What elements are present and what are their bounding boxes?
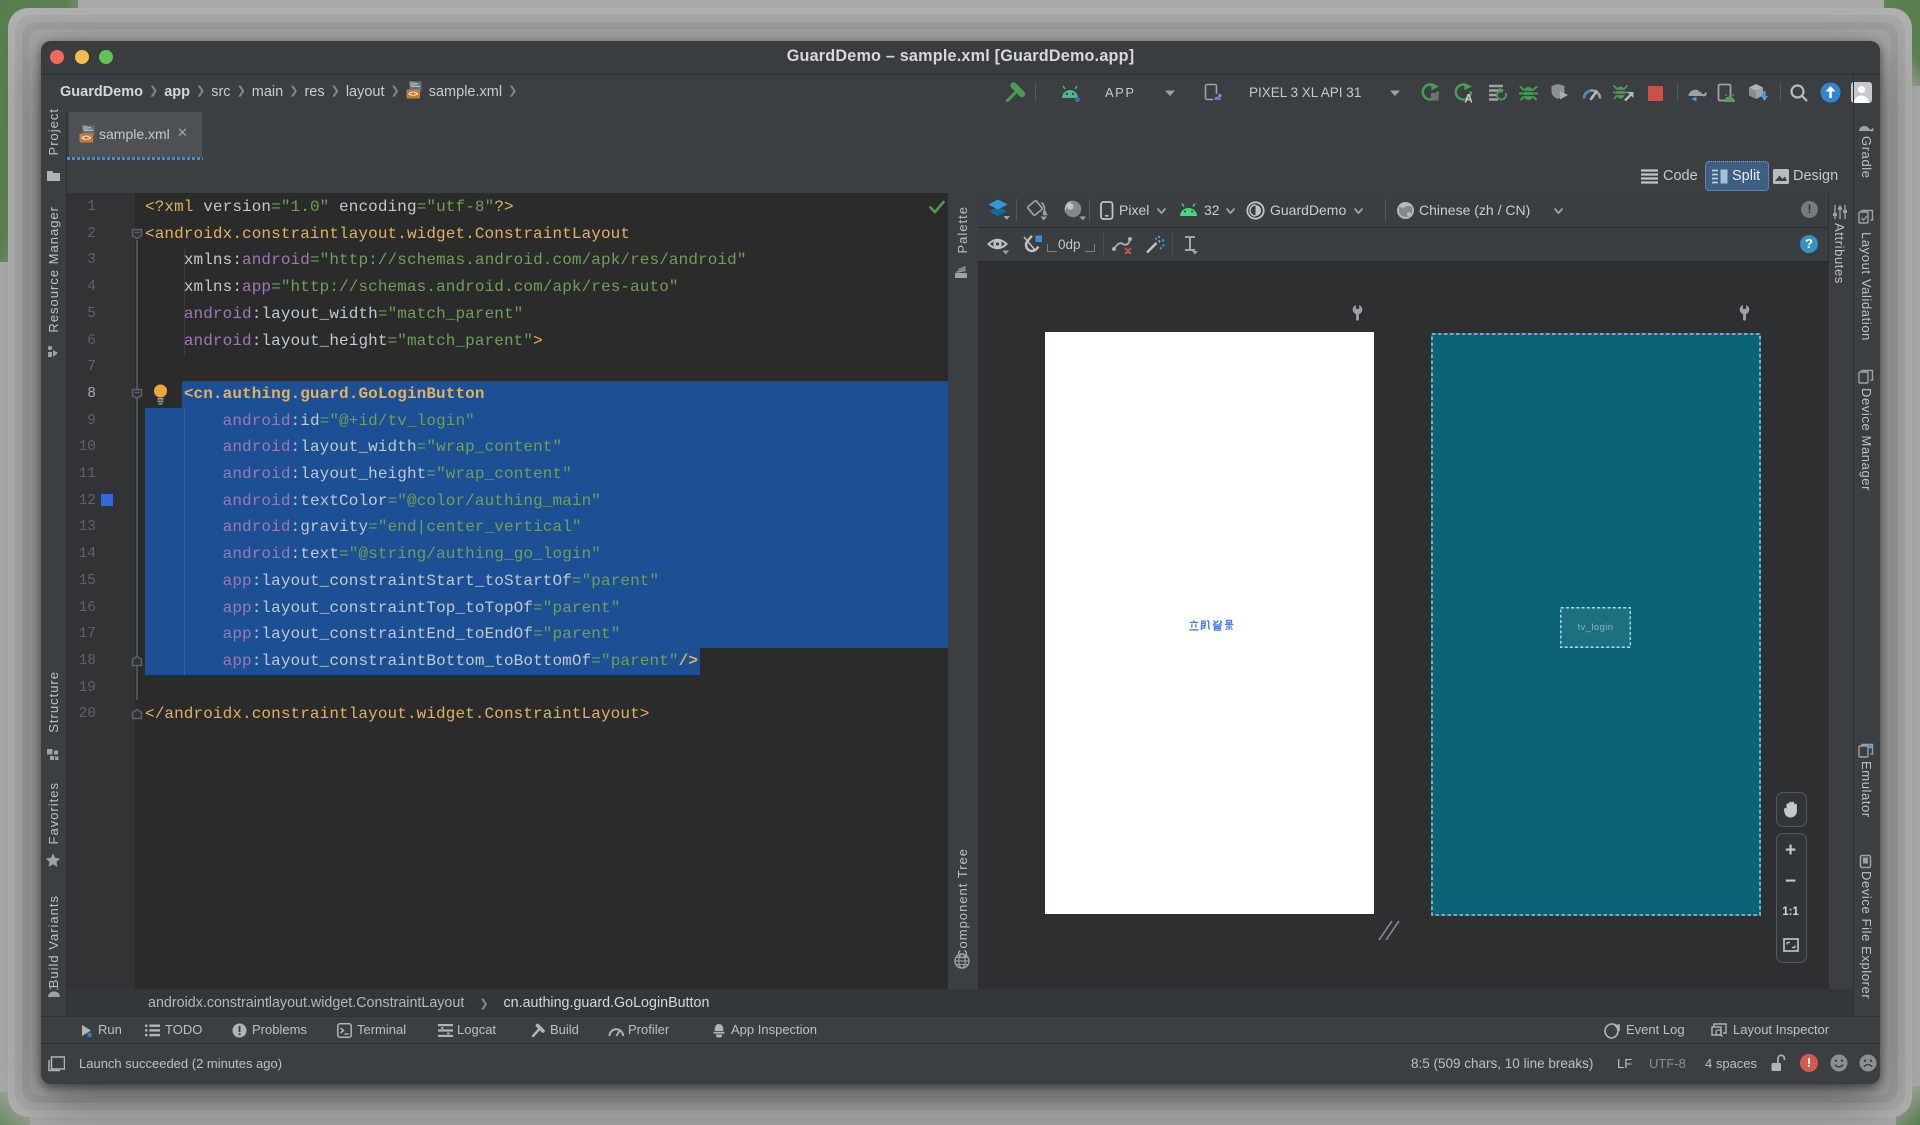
svg-text:<>: <> (81, 133, 91, 143)
svg-text:A: A (1464, 94, 1472, 104)
svg-text:<>: <> (408, 88, 418, 98)
